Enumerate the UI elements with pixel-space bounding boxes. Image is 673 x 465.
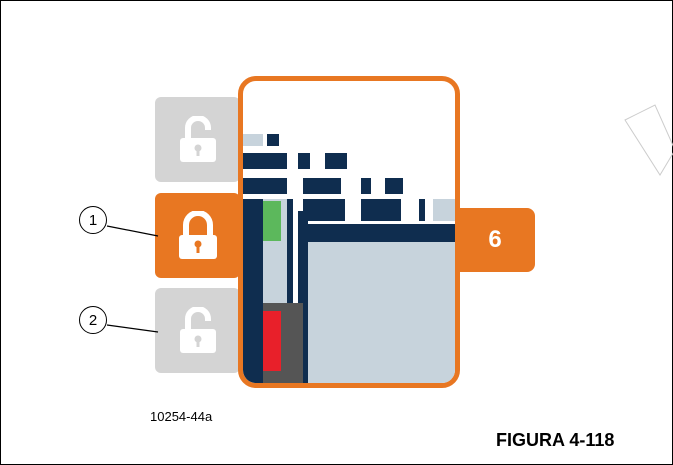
unlock-icon: [179, 115, 216, 162]
lock-button-active[interactable]: [155, 193, 240, 278]
position-number: 6: [488, 226, 502, 253]
upper-unlock-button[interactable]: [155, 97, 240, 182]
figure-label: FIGURA 4-118: [496, 430, 615, 450]
callout-2-label: 2: [88, 311, 98, 329]
part-number: 10254-44a: [150, 409, 213, 424]
callout-1-label: 1: [88, 211, 98, 229]
callout-1: 1: [79, 206, 107, 234]
lower-unlock-button[interactable]: [155, 288, 240, 373]
boom-position-graphic: [243, 134, 455, 383]
unlock-icon: [179, 306, 216, 353]
corner-mark: [624, 104, 673, 176]
position-number-tab: 6: [455, 208, 535, 272]
callout-2: 2: [79, 306, 107, 334]
lock-icon: [178, 210, 217, 259]
position-panel: [238, 76, 460, 388]
